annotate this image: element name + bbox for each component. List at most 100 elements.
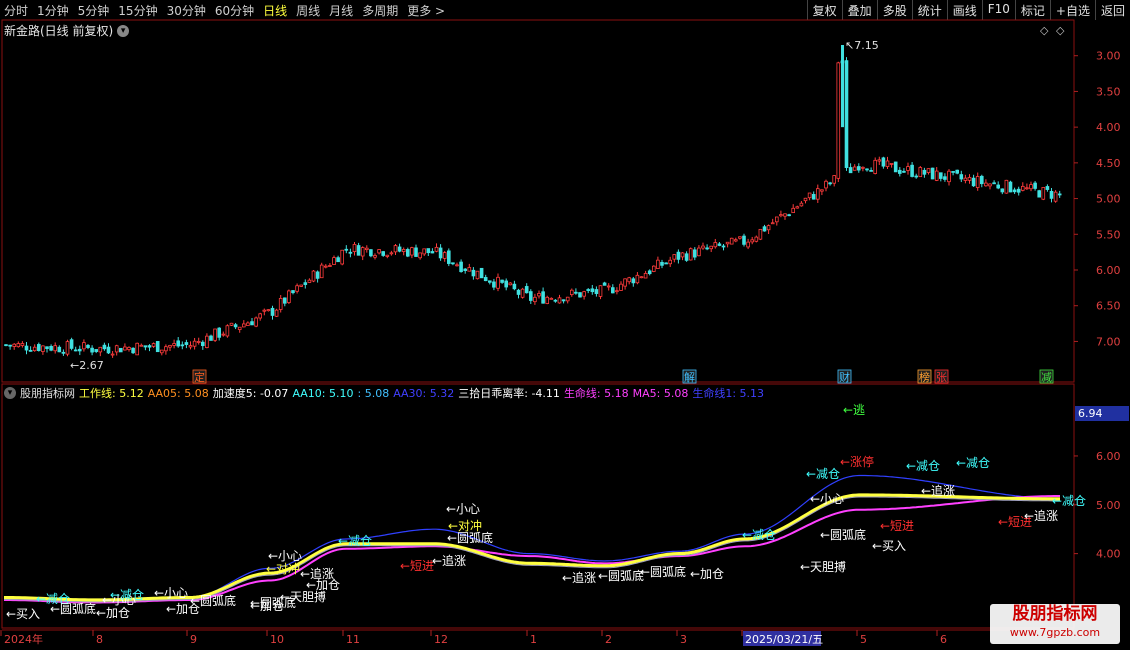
candle-body	[434, 246, 439, 252]
candle-body	[906, 166, 910, 171]
indicator-tick-label: 4.00	[1096, 548, 1121, 561]
candle-body	[934, 170, 939, 181]
candle-body	[770, 222, 775, 225]
candle-body	[750, 239, 754, 243]
candle-body	[524, 286, 529, 294]
signal-label: ←追涨	[921, 483, 955, 498]
indicator-tick-label: 5.00	[1096, 499, 1121, 512]
candle-body	[926, 168, 931, 173]
candle-body	[254, 317, 258, 327]
candle-body	[676, 251, 681, 260]
price-tick-label: 7.00	[1096, 335, 1121, 348]
candle-body	[94, 349, 99, 352]
signal-label: ←短进	[400, 559, 434, 573]
candle-body	[225, 325, 230, 337]
candle-body	[939, 172, 943, 179]
candle-body	[557, 297, 562, 304]
candle-body	[1053, 191, 1058, 202]
candle-body	[397, 246, 402, 252]
time-axis-label: 2	[605, 633, 612, 646]
candle-body	[192, 340, 197, 347]
candle-body	[963, 177, 968, 181]
candle-body	[742, 235, 746, 245]
candle-body	[857, 166, 861, 171]
candle-body	[574, 291, 578, 294]
candle-body	[360, 247, 365, 257]
candle-body	[319, 264, 324, 279]
time-axis-label: 3	[680, 633, 687, 646]
signal-label: ←小心	[446, 502, 480, 516]
candle-body	[451, 262, 455, 265]
candle-body	[262, 309, 267, 312]
candle-body	[898, 169, 902, 174]
candle-body	[635, 274, 640, 284]
candle-body	[364, 247, 369, 251]
candle-body	[893, 161, 898, 173]
candle-body	[90, 347, 94, 353]
candle-body	[270, 307, 275, 316]
event-marker: 张	[936, 371, 947, 384]
candle-body	[656, 259, 660, 269]
candle-body	[1045, 186, 1050, 190]
candle-body	[467, 267, 472, 272]
candle-body	[922, 169, 927, 175]
candle-body	[20, 343, 25, 346]
candle-body	[37, 344, 41, 351]
chart-canvas[interactable]: 7.00 6.50 6.00 5.50 5.00 4.50 4.00 3.50 3.00 2024…	[0, 0, 1130, 650]
candle-body	[414, 247, 418, 257]
candle-body	[217, 327, 222, 338]
candle-body	[45, 346, 49, 349]
candle-body	[586, 289, 590, 291]
candle-body	[623, 278, 627, 287]
candle-body	[1037, 190, 1042, 198]
signal-label: ←追涨	[562, 570, 596, 585]
candle-body	[762, 226, 767, 232]
candle-body	[1004, 179, 1009, 194]
candle-body	[836, 62, 841, 179]
candle-body	[570, 289, 574, 296]
candle-body	[332, 257, 336, 265]
candle-body	[131, 347, 135, 354]
candle-body	[680, 252, 685, 258]
time-axis-label: 1	[530, 633, 537, 646]
candle-body	[779, 214, 783, 217]
candle-body	[668, 259, 672, 265]
candle-body	[303, 282, 308, 285]
signal-label: ←减仓	[806, 467, 840, 481]
candle-body	[643, 273, 648, 279]
candle-body	[611, 287, 615, 294]
signal-label: ←小心	[810, 492, 844, 506]
time-axis-label: 9	[190, 633, 197, 646]
candle-body	[627, 277, 631, 283]
candle-body	[873, 159, 877, 174]
candle-body	[693, 249, 697, 258]
candle-body	[615, 290, 619, 293]
candle-body	[266, 309, 271, 312]
price-tick-label: 6.50	[1096, 300, 1121, 313]
candle-body	[471, 269, 476, 277]
candle-body	[582, 291, 586, 297]
candle-body	[500, 279, 504, 283]
candle-body	[196, 341, 201, 343]
candle-body	[565, 296, 570, 302]
candle-body	[496, 276, 500, 289]
candle-body	[86, 344, 90, 348]
candle-body	[841, 45, 844, 128]
candle-body	[947, 170, 951, 183]
main-chart-frame	[1, 19, 1075, 383]
candle-body	[828, 182, 832, 185]
candle-body	[951, 171, 955, 173]
candle-body	[446, 250, 451, 264]
signal-label: ←圆弧底	[447, 530, 493, 545]
candle-body	[701, 245, 705, 249]
candle-body	[799, 202, 804, 207]
candle-body	[356, 245, 361, 256]
candle-body	[188, 345, 193, 348]
candle-body	[213, 328, 217, 341]
candle-body	[639, 276, 644, 279]
candle-body	[336, 257, 340, 263]
diamond-icon: ◇	[1056, 24, 1065, 37]
candle-body	[725, 241, 730, 245]
candle-body	[721, 245, 726, 248]
candle-body	[844, 60, 849, 168]
